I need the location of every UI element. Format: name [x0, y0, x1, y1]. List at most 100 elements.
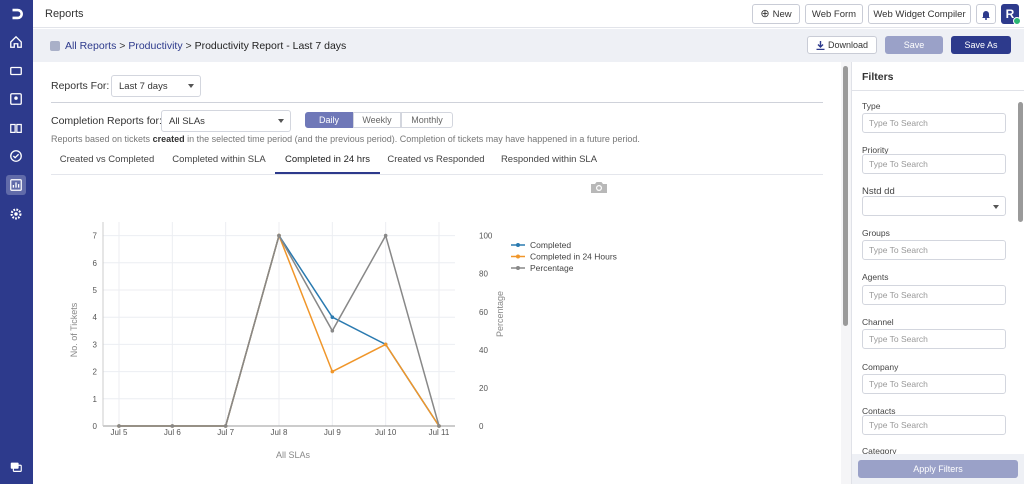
- y2-tick-label: 0: [479, 422, 484, 431]
- filter-label-groups: Groups: [862, 228, 890, 238]
- download-button[interactable]: Download: [807, 36, 877, 54]
- x-tick-label: Jul 5: [111, 428, 128, 437]
- filters-panel: Filters Type Type To Search Priority Typ…: [851, 62, 1024, 484]
- y-tick-label: 1: [93, 395, 98, 404]
- online-status-dot: [1013, 17, 1021, 25]
- completion-sla-select[interactable]: All SLAs: [161, 110, 291, 132]
- ticket-icon[interactable]: [8, 63, 24, 79]
- breadcrumb-current: Productivity Report - Last 7 days: [194, 40, 347, 52]
- report-note: Reports based on tickets created in the …: [51, 134, 640, 144]
- tab-completed-in-24-hrs[interactable]: Completed in 24 hrs: [275, 154, 380, 174]
- y2-tick-label: 40: [479, 346, 488, 355]
- filter-agents-input[interactable]: Type To Search: [862, 285, 1006, 305]
- new-button[interactable]: ⊕ New: [752, 4, 800, 24]
- bell-icon: [982, 10, 990, 20]
- y2-tick-label: 20: [479, 384, 488, 393]
- logo-icon[interactable]: [8, 6, 24, 22]
- y2-axis-label: Percentage: [495, 291, 505, 337]
- filter-label-agents: Agents: [862, 272, 889, 282]
- home-icon[interactable]: [8, 34, 24, 50]
- legend-marker-2: [516, 266, 520, 270]
- report-main: Reports For: Last 7 days Completion Repo…: [33, 62, 841, 484]
- y2-tick-label: 100: [479, 232, 493, 241]
- legend-marker-1: [516, 254, 520, 259]
- filter-contacts-input[interactable]: Type To Search: [862, 415, 1006, 435]
- y-tick-label: 3: [93, 340, 98, 349]
- breadcrumb-productivity[interactable]: Productivity: [128, 40, 182, 52]
- filter-priority-input[interactable]: Type To Search: [862, 154, 1006, 174]
- y2-tick-label: 80: [479, 270, 488, 279]
- note-bold: created: [152, 134, 185, 144]
- breadcrumb-separator: >: [116, 40, 129, 52]
- legend-label-1: Completed in 24 Hours: [530, 252, 617, 262]
- tab-daily[interactable]: Daily: [305, 112, 353, 128]
- series-point-2: [170, 424, 175, 428]
- top-bar: Reports ⊕ New Web Form Web Widget Compil…: [33, 0, 1024, 28]
- completion-sla-value: All SLAs: [169, 115, 205, 127]
- breadcrumb-separator: >: [182, 40, 195, 52]
- filter-label-type: Type: [862, 101, 881, 111]
- check-icon[interactable]: [8, 148, 24, 164]
- page-title: Reports: [45, 8, 84, 20]
- tab-created-vs-responded[interactable]: Created vs Responded: [383, 154, 489, 174]
- tabs-divider: [51, 174, 823, 175]
- series-point-0: [330, 315, 335, 319]
- reports-icon[interactable]: [6, 175, 26, 195]
- chat-icon[interactable]: [8, 459, 24, 475]
- scrollbar-thumb[interactable]: [843, 66, 848, 326]
- tab-completed-within-sla[interactable]: Completed within SLA: [165, 154, 273, 174]
- y-tick-label: 2: [93, 368, 98, 377]
- x-tick-label: Jul 11: [429, 428, 450, 437]
- y-tick-label: 0: [93, 422, 98, 431]
- x-tick-label: Jul 7: [217, 428, 234, 437]
- breadcrumb-all-reports[interactable]: All Reports: [65, 40, 116, 52]
- notifications-button[interactable]: [976, 4, 996, 24]
- y-tick-label: 4: [93, 313, 98, 322]
- divider: [51, 102, 823, 103]
- filters-scrollbar-thumb[interactable]: [1018, 102, 1023, 222]
- series-point-1: [330, 369, 335, 374]
- filters-divider: [852, 90, 1024, 91]
- chevron-down-icon: [188, 84, 194, 88]
- legend-label-2: Percentage: [530, 263, 574, 273]
- reports-for-select[interactable]: Last 7 days: [111, 75, 201, 97]
- tab-created-vs-completed[interactable]: Created vs Completed: [51, 154, 163, 174]
- legend-label-0: Completed: [530, 240, 571, 250]
- save-button[interactable]: Save: [885, 36, 943, 54]
- filter-groups-input[interactable]: Type To Search: [862, 240, 1006, 260]
- x-tick-label: Jul 9: [324, 428, 341, 437]
- series-point-2: [330, 329, 335, 333]
- filter-label-company: Company: [862, 362, 899, 372]
- tab-monthly[interactable]: Monthly: [401, 112, 453, 128]
- completion-reports-label: Completion Reports for:: [51, 115, 162, 127]
- web-form-button[interactable]: Web Form: [805, 4, 863, 24]
- y-tick-label: 6: [93, 259, 98, 268]
- knowledge-icon[interactable]: [8, 120, 24, 136]
- y-tick-label: 7: [93, 232, 98, 241]
- tab-weekly[interactable]: Weekly: [353, 112, 401, 128]
- filter-channel-input[interactable]: Type To Search: [862, 329, 1006, 349]
- series-point-2: [223, 424, 228, 428]
- filters-title: Filters: [862, 71, 894, 83]
- main-scrollbar[interactable]: [841, 62, 851, 484]
- save-as-button[interactable]: Save As: [951, 36, 1011, 54]
- filter-type-input[interactable]: Type To Search: [862, 113, 1006, 133]
- filter-nstd-dd-select[interactable]: [862, 196, 1006, 216]
- apply-filters-button[interactable]: Apply Filters: [858, 460, 1018, 478]
- settings-icon[interactable]: [8, 206, 24, 222]
- filter-company-input[interactable]: Type To Search: [862, 374, 1006, 394]
- x-tick-label: Jul 8: [271, 428, 288, 437]
- tab-responded-within-sla[interactable]: Responded within SLA: [493, 154, 605, 174]
- download-icon: [816, 40, 825, 50]
- x-tick-label: Jul 10: [375, 428, 397, 437]
- series-point-1: [383, 342, 388, 347]
- camera-icon[interactable]: [590, 180, 608, 194]
- web-widget-compiler-button[interactable]: Web Widget Compiler: [868, 4, 971, 24]
- contacts-icon[interactable]: [8, 91, 24, 107]
- breadcrumb-bar: All Reports > Productivity > Productivit…: [33, 29, 1024, 62]
- reports-for-label: Reports For:: [51, 80, 110, 92]
- completed-24hrs-chart: 0 1 2 3 4 5 6 7 Jul 5 Jul 6 Jul 7 Jul 8 Jul 9 Jul 10 J…: [69, 222, 617, 460]
- filters-scrollbar[interactable]: [1017, 92, 1024, 452]
- legend-marker-0: [516, 243, 520, 247]
- series-point-2: [383, 233, 388, 238]
